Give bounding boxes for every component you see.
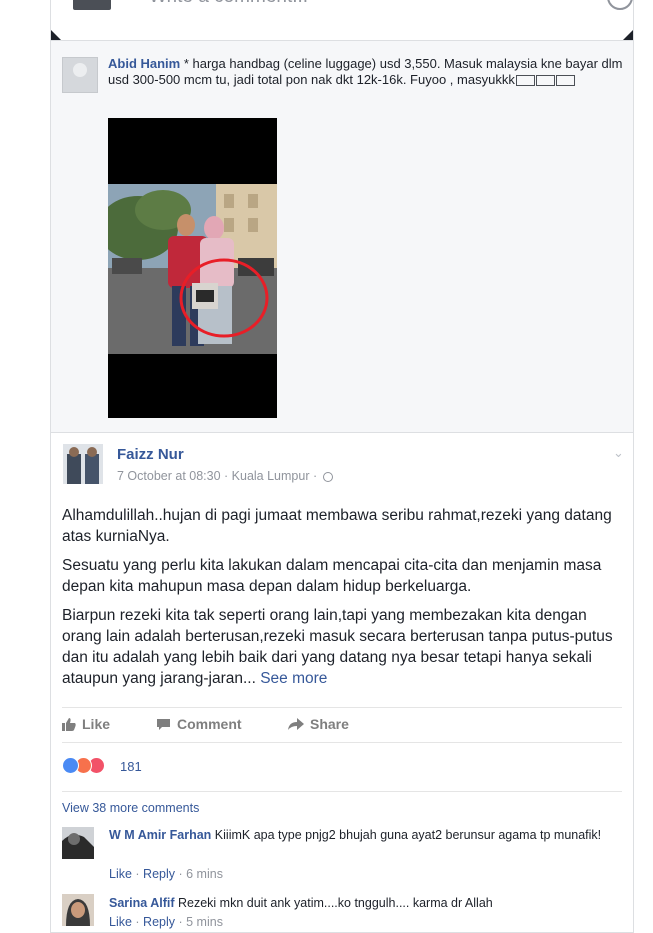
meta-separator: · bbox=[309, 469, 321, 483]
avatar-image bbox=[62, 894, 94, 926]
corner-decoration-right bbox=[623, 30, 633, 40]
post-actions: Like Comment Share bbox=[62, 707, 622, 743]
comment-time[interactable]: 5 mins bbox=[186, 915, 223, 929]
photo-image bbox=[108, 118, 277, 418]
avatar-image bbox=[63, 444, 103, 484]
share-label: Share bbox=[310, 716, 349, 732]
emoji-glyph bbox=[555, 75, 575, 87]
comment-input[interactable]: Write a comment... bbox=[149, 0, 308, 8]
emoji-icon[interactable] bbox=[607, 0, 633, 10]
comment-like-link[interactable]: Like bbox=[109, 867, 132, 881]
post-meta: 7 October at 08:30 · Kuala Lumpur · bbox=[117, 469, 333, 483]
chevron-down-icon[interactable]: ⌄ bbox=[613, 445, 624, 461]
emoji-glyph bbox=[515, 75, 535, 87]
comment-composer[interactable]: Write a comment... bbox=[50, 0, 634, 40]
avatar[interactable] bbox=[62, 57, 98, 93]
share-button[interactable]: Share bbox=[288, 716, 349, 732]
see-more-link[interactable]: See more bbox=[260, 670, 327, 687]
like-reaction-icon bbox=[62, 757, 79, 774]
comment-actions: Like · Reply · 6 mins bbox=[109, 867, 223, 881]
embedded-comment: Abid Hanim * harga handbag (celine lugga… bbox=[50, 40, 634, 433]
comment-time[interactable]: 6 mins bbox=[186, 867, 223, 881]
thumbs-up-icon bbox=[62, 718, 76, 731]
comment-button[interactable]: Comment bbox=[156, 716, 242, 732]
comment-label: Comment bbox=[177, 716, 242, 732]
post-paragraph: Sesuatu yang perlu kita lakukan dalam me… bbox=[62, 557, 602, 595]
corner-decoration-left bbox=[51, 30, 61, 40]
meta-separator: · bbox=[131, 867, 144, 881]
post-timestamp[interactable]: 7 October at 08:30 bbox=[117, 469, 221, 483]
comment-author[interactable]: Sarina Alfif bbox=[109, 896, 175, 910]
embedded-comment-text: Abid Hanim * harga handbag (celine lugga… bbox=[108, 56, 628, 88]
post-paragraph: Alhamdulillah..hujan di pagi jumaat memb… bbox=[62, 507, 612, 545]
share-icon bbox=[288, 718, 304, 730]
reaction-count[interactable]: 181 bbox=[120, 759, 142, 774]
post-paragraph: Biarpun rezeki kita tak seperti orang la… bbox=[62, 605, 628, 689]
like-button[interactable]: Like bbox=[62, 716, 110, 732]
comment-reply-link[interactable]: Reply bbox=[143, 867, 175, 881]
post-paragraph-text: Biarpun rezeki kita tak seperti orang la… bbox=[62, 607, 613, 687]
divider bbox=[62, 791, 622, 792]
comment-author[interactable]: Abid Hanim bbox=[108, 56, 180, 71]
meta-separator: · bbox=[175, 915, 187, 929]
meta-separator: · bbox=[220, 469, 232, 483]
avatar-image bbox=[62, 827, 94, 859]
comment-body: KiiimK apa type pnjg2 bhujah guna ayat2 … bbox=[211, 828, 602, 842]
comment-body: Rezeki mkn duit ank yatim....ko tnggulh.… bbox=[174, 896, 493, 910]
view-more-comments-link[interactable]: View 38 more comments bbox=[62, 801, 199, 815]
globe-icon bbox=[322, 471, 333, 482]
avatar[interactable] bbox=[63, 444, 103, 484]
post-author[interactable]: Faizz Nur bbox=[117, 446, 184, 463]
post-card: Faizz Nur 7 October at 08:30 · Kuala Lum… bbox=[50, 433, 634, 933]
comment-actions: Like · Reply · 5 mins bbox=[109, 915, 223, 929]
meta-separator: · bbox=[131, 915, 144, 929]
comment-icon bbox=[157, 719, 170, 730]
comment-text: Sarina Alfif Rezeki mkn duit ank yatim..… bbox=[109, 895, 619, 911]
avatar[interactable] bbox=[62, 827, 94, 859]
post-body: Alhamdulillah..hujan di pagi jumaat memb… bbox=[62, 505, 628, 697]
like-label: Like bbox=[82, 716, 111, 732]
comment-photo[interactable] bbox=[108, 118, 277, 418]
avatar[interactable] bbox=[62, 894, 94, 926]
comment-like-link[interactable]: Like bbox=[109, 915, 132, 929]
comment-author[interactable]: W M Amir Farhan bbox=[109, 828, 211, 842]
comment-reply-link[interactable]: Reply bbox=[143, 915, 175, 929]
comment-text: W M Amir Farhan KiiimK apa type pnjg2 bh… bbox=[109, 827, 619, 843]
post-location[interactable]: Kuala Lumpur bbox=[232, 469, 310, 483]
emoji-glyph bbox=[535, 75, 555, 87]
composer-avatar bbox=[73, 0, 111, 10]
meta-separator: · bbox=[175, 867, 187, 881]
